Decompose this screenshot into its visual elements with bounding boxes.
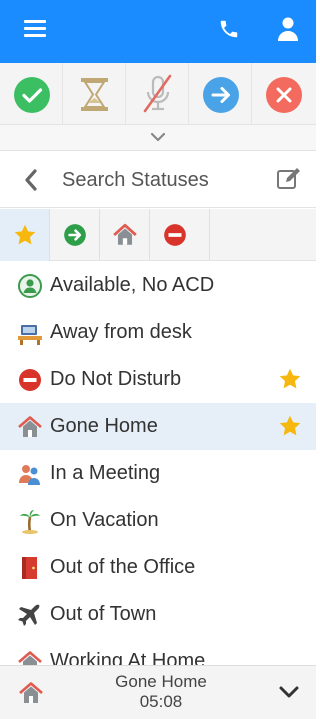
status-label: Out of Town xyxy=(50,603,157,625)
palm-tree-icon xyxy=(20,510,40,534)
home-icon xyxy=(19,682,43,703)
arrow-circle-icon xyxy=(64,224,86,246)
user-icon[interactable] xyxy=(276,16,300,42)
wrap-up-action-button[interactable] xyxy=(63,63,126,125)
available-action-button[interactable] xyxy=(0,63,63,125)
status-label: Available, No ACD xyxy=(50,274,215,296)
current-status-timer: 05:08 xyxy=(139,692,183,711)
chevron-down-icon xyxy=(150,132,166,142)
computer-desk-icon xyxy=(18,325,42,345)
airplane-icon xyxy=(18,604,40,626)
no-entry-icon xyxy=(19,369,41,391)
status-filter-tabs xyxy=(0,209,316,261)
microphone-muted-icon xyxy=(143,74,172,113)
filter-available[interactable] xyxy=(50,209,100,261)
person-available-icon xyxy=(18,274,42,298)
status-search-bar: Search Statuses xyxy=(0,152,316,208)
hamburger-icon[interactable] xyxy=(24,20,46,40)
status-label: Away from desk xyxy=(50,321,192,343)
search-input[interactable]: Search Statuses xyxy=(62,169,209,192)
star-icon xyxy=(14,224,36,245)
status-item-in-a-meeting[interactable]: In a Meeting xyxy=(0,450,316,497)
edit-icon[interactable] xyxy=(276,166,302,192)
status-item-working-at-home[interactable]: Working At Home xyxy=(0,638,316,665)
status-item-away-from-desk[interactable]: Away from desk xyxy=(0,309,316,356)
transfer-action-button[interactable] xyxy=(189,63,252,125)
no-entry-icon xyxy=(164,224,186,246)
status-label: Working At Home xyxy=(50,650,206,665)
home-icon xyxy=(18,416,42,437)
top-bar xyxy=(0,0,316,63)
status-item-on-vacation[interactable]: On Vacation xyxy=(0,497,316,544)
filter-favorites[interactable] xyxy=(0,209,50,261)
check-icon xyxy=(14,77,50,113)
collapse-toggle[interactable] xyxy=(0,125,316,151)
status-item-out-of-town[interactable]: Out of Town xyxy=(0,591,316,638)
phone-icon[interactable] xyxy=(218,18,240,40)
door-icon xyxy=(22,557,37,579)
status-item-gone-home[interactable]: Gone Home xyxy=(0,403,316,450)
status-item-out-of-the-office[interactable]: Out of the Office xyxy=(0,544,316,591)
star-icon[interactable] xyxy=(277,413,303,439)
close-icon xyxy=(266,77,302,113)
status-item-available-no-acd[interactable]: Available, No ACD xyxy=(0,262,316,309)
chevron-left-icon[interactable] xyxy=(22,168,40,192)
status-label: Out of the Office xyxy=(50,556,196,578)
status-label: In a Meeting xyxy=(50,462,161,484)
home-icon xyxy=(113,223,137,245)
home-icon xyxy=(18,651,42,665)
arrow-right-icon xyxy=(203,77,239,113)
filter-dnd[interactable] xyxy=(150,209,210,261)
chevron-down-icon[interactable] xyxy=(278,684,300,700)
status-label: Do Not Disturb xyxy=(50,368,182,390)
mute-action-button[interactable] xyxy=(126,63,189,125)
status-item-do-not-disturb[interactable]: Do Not Disturb xyxy=(0,356,316,403)
star-icon[interactable] xyxy=(277,366,303,392)
status-label: On Vacation xyxy=(50,509,159,531)
hourglass-icon xyxy=(81,78,108,111)
current-status-bar[interactable]: Gone Home 05:08 xyxy=(0,665,316,719)
current-status-label: Gone Home xyxy=(115,672,207,691)
status-list: Available, No ACD Away from desk Do Not … xyxy=(0,262,316,665)
status-label: Gone Home xyxy=(50,415,158,437)
call-actions-bar xyxy=(0,63,316,125)
filter-home[interactable] xyxy=(100,209,150,261)
disconnect-action-button[interactable] xyxy=(252,63,316,125)
current-status: Gone Home 05:08 xyxy=(96,672,226,712)
meeting-people-icon xyxy=(19,465,40,485)
